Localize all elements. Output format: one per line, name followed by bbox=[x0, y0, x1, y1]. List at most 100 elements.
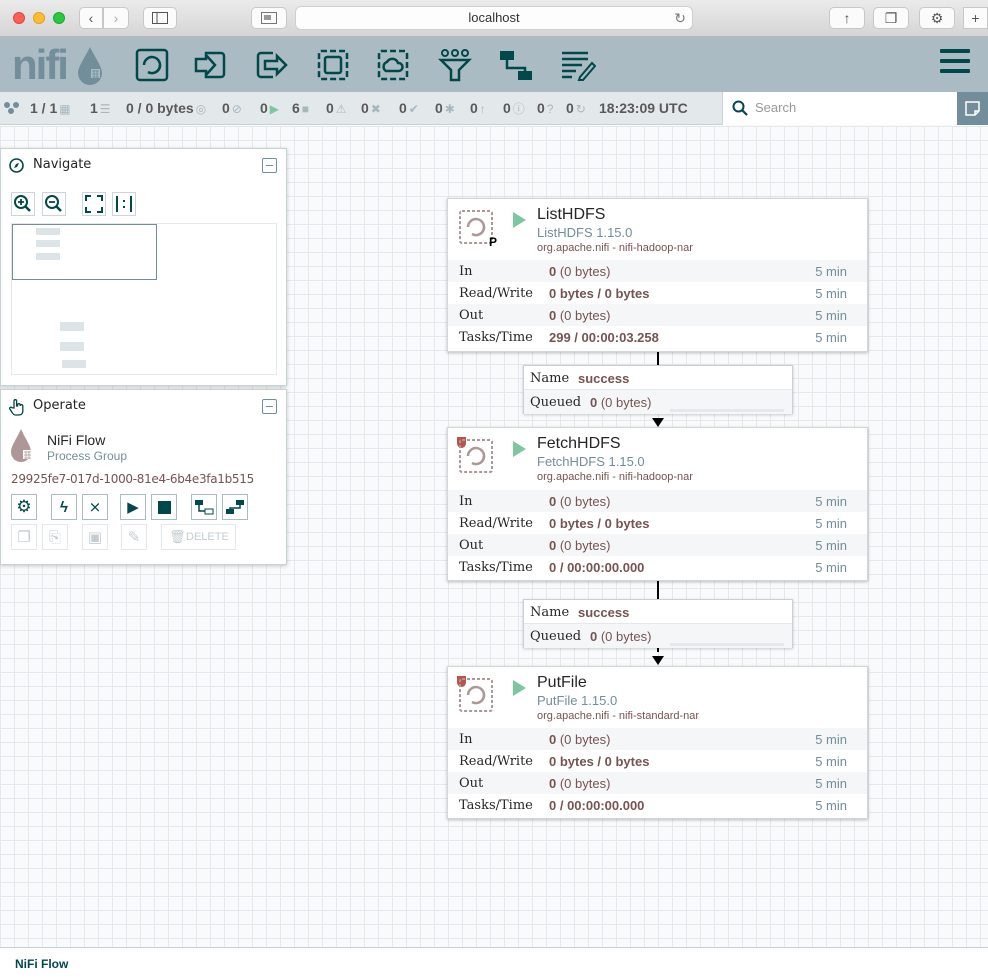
copy-icon: ❐ bbox=[17, 529, 31, 546]
refresh-icon[interactable]: ↻ bbox=[576, 102, 586, 116]
processor-name: ListHDFS bbox=[537, 206, 606, 223]
stat-value: 0 (0 bytes) bbox=[549, 732, 610, 747]
share-button[interactable]: ↑ bbox=[829, 7, 865, 29]
group-button[interactable]: ▣ bbox=[82, 524, 108, 550]
zoom-out-button[interactable] bbox=[42, 192, 66, 216]
delete-button[interactable]: 🗑 DELETE bbox=[161, 524, 236, 550]
stat-value-rest: (0 bytes) bbox=[556, 264, 611, 279]
warning-icon: ⚠ bbox=[335, 102, 347, 116]
copy-button[interactable]: ❐ bbox=[11, 524, 37, 550]
mini-processor bbox=[62, 360, 86, 368]
tab-overview-button[interactable] bbox=[251, 7, 287, 29]
search-input[interactable] bbox=[755, 100, 945, 115]
processor-bundle: org.apache.nifi - nifi-hadoop-nar bbox=[537, 471, 693, 483]
paste-button[interactable]: ⎘ bbox=[42, 524, 68, 550]
sidebar-toggle-button[interactable] bbox=[143, 7, 177, 29]
nifi-logo: nifi bbox=[12, 41, 69, 88]
zoom-window-button[interactable] bbox=[53, 12, 65, 24]
processor-listhdfs[interactable]: P ListHDFS ListHDFS 1.15.0 org.apache.ni… bbox=[447, 198, 868, 352]
create-template-icon bbox=[195, 500, 214, 515]
zoom-in-icon bbox=[14, 195, 31, 212]
birdseye-view[interactable] bbox=[11, 223, 277, 375]
stop-button[interactable] bbox=[151, 494, 177, 520]
stat-value-rest: (0 bytes) bbox=[556, 776, 611, 791]
stat-label: Tasks/Time bbox=[459, 560, 533, 575]
fit-screen-button[interactable] bbox=[82, 192, 106, 216]
stat-value: 0 / 00:00:00.000 bbox=[549, 560, 644, 575]
actual-size-icon bbox=[116, 196, 132, 212]
sidebar-icon bbox=[152, 12, 168, 24]
disabled-status: 0 ✖ bbox=[361, 100, 381, 116]
processor-tool[interactable] bbox=[134, 47, 170, 83]
forward-button[interactable]: › bbox=[103, 7, 129, 29]
sync-failure-status: 0? bbox=[537, 100, 553, 116]
actual-size-button[interactable] bbox=[112, 192, 136, 216]
label-tool[interactable] bbox=[560, 47, 597, 83]
stale-count: 0 bbox=[470, 100, 478, 116]
stat-value-bold: 0 / 00:00:00.000 bbox=[549, 798, 645, 813]
stat-value: 0 bytes / 0 bytes bbox=[549, 286, 649, 301]
running-count: 0 bbox=[260, 100, 268, 116]
locally-modified-status: 0 ✱ bbox=[435, 100, 455, 116]
back-button[interactable]: ‹ bbox=[79, 7, 103, 29]
cluster-icon bbox=[4, 102, 19, 114]
navigate-collapse-button[interactable] bbox=[262, 158, 277, 173]
start-button[interactable]: ▶ bbox=[120, 494, 146, 520]
check-icon: ✔ bbox=[408, 102, 419, 116]
color-button[interactable]: ✎ bbox=[121, 524, 147, 550]
show-tabs-button[interactable]: ❐ bbox=[873, 7, 909, 29]
stats-row-tasks: Tasks/Time 299 / 00:00:03.258 5 min bbox=[448, 326, 867, 348]
minimize-window-button[interactable] bbox=[33, 12, 45, 24]
threads-status: 1 ☰ bbox=[90, 100, 111, 116]
funnel-tool[interactable] bbox=[437, 47, 473, 83]
viewport-rectangle[interactable] bbox=[12, 224, 157, 280]
stats-row-readwrite: Read/Write 0 bytes / 0 bytes 5 min bbox=[448, 750, 867, 772]
settings-button[interactable]: ⚙ bbox=[919, 7, 955, 29]
template-tool[interactable] bbox=[498, 47, 534, 83]
input-port-tool[interactable] bbox=[193, 47, 229, 83]
processor-icon bbox=[459, 678, 493, 712]
upload-template-button[interactable] bbox=[222, 494, 248, 520]
connection-label[interactable]: Name success Queued 0 (0 bytes) bbox=[523, 365, 793, 414]
connection-label[interactable]: Name success Queued 0 (0 bytes) bbox=[523, 599, 793, 648]
bulletin-board-button[interactable] bbox=[957, 92, 988, 125]
create-template-button[interactable] bbox=[191, 494, 217, 520]
grid-icon: ▦ bbox=[59, 102, 71, 116]
hand-pointer-icon bbox=[9, 399, 24, 416]
processor-name: FetchHDFS bbox=[537, 435, 621, 452]
input-port-icon bbox=[194, 51, 226, 79]
global-menu-button[interactable] bbox=[940, 49, 970, 77]
connection-queued-value: 0 (0 bytes) bbox=[590, 629, 651, 644]
invalid-count: 0 bbox=[326, 100, 334, 116]
connection-name: success bbox=[578, 605, 630, 620]
remote-process-group-tool[interactable] bbox=[375, 47, 411, 83]
process-group-tool[interactable] bbox=[315, 47, 351, 83]
cluster-status: 1 / 1 ▦ bbox=[30, 100, 71, 116]
processor-putfile[interactable]: PutFile PutFile 1.15.0 org.apache.nifi -… bbox=[447, 666, 868, 819]
output-port-tool[interactable] bbox=[253, 47, 289, 83]
operate-collapse-button[interactable] bbox=[262, 399, 277, 414]
run-status-icon bbox=[513, 680, 526, 696]
flash-icon: ϟ bbox=[60, 498, 68, 516]
connection-name-row: Name success bbox=[524, 366, 792, 390]
configure-button[interactable]: ⚙ bbox=[11, 494, 37, 520]
funnel-icon bbox=[437, 49, 473, 82]
exclamation-circle-icon: ⓘ bbox=[512, 102, 525, 116]
stats-row-in: In 0 (0 bytes) 5 min bbox=[448, 260, 867, 282]
address-bar[interactable]: localhost ↻ bbox=[295, 6, 693, 30]
connection-queued-row: Queued 0 (0 bytes) bbox=[524, 624, 792, 648]
stat-label: Out bbox=[459, 538, 484, 553]
close-window-button[interactable] bbox=[13, 12, 25, 24]
stat-value-rest: (0 bytes) bbox=[556, 494, 611, 509]
enable-button[interactable]: ϟ bbox=[51, 494, 77, 520]
reload-icon[interactable]: ↻ bbox=[674, 7, 686, 29]
breadcrumb-root-link[interactable]: NiFi Flow bbox=[15, 957, 68, 971]
disable-button[interactable]: ⨯ bbox=[82, 494, 108, 520]
zoom-out-icon bbox=[45, 195, 62, 212]
stats-row-in: In 0 (0 bytes) 5 min bbox=[448, 490, 867, 512]
new-tab-button[interactable]: + bbox=[963, 7, 988, 29]
processor-fetchhdfs[interactable]: FetchHDFS FetchHDFS 1.15.0 org.apache.ni… bbox=[447, 427, 868, 581]
processor-type: ListHDFS 1.15.0 bbox=[537, 225, 633, 240]
run-status-icon bbox=[513, 212, 526, 228]
zoom-in-button[interactable] bbox=[11, 192, 35, 216]
